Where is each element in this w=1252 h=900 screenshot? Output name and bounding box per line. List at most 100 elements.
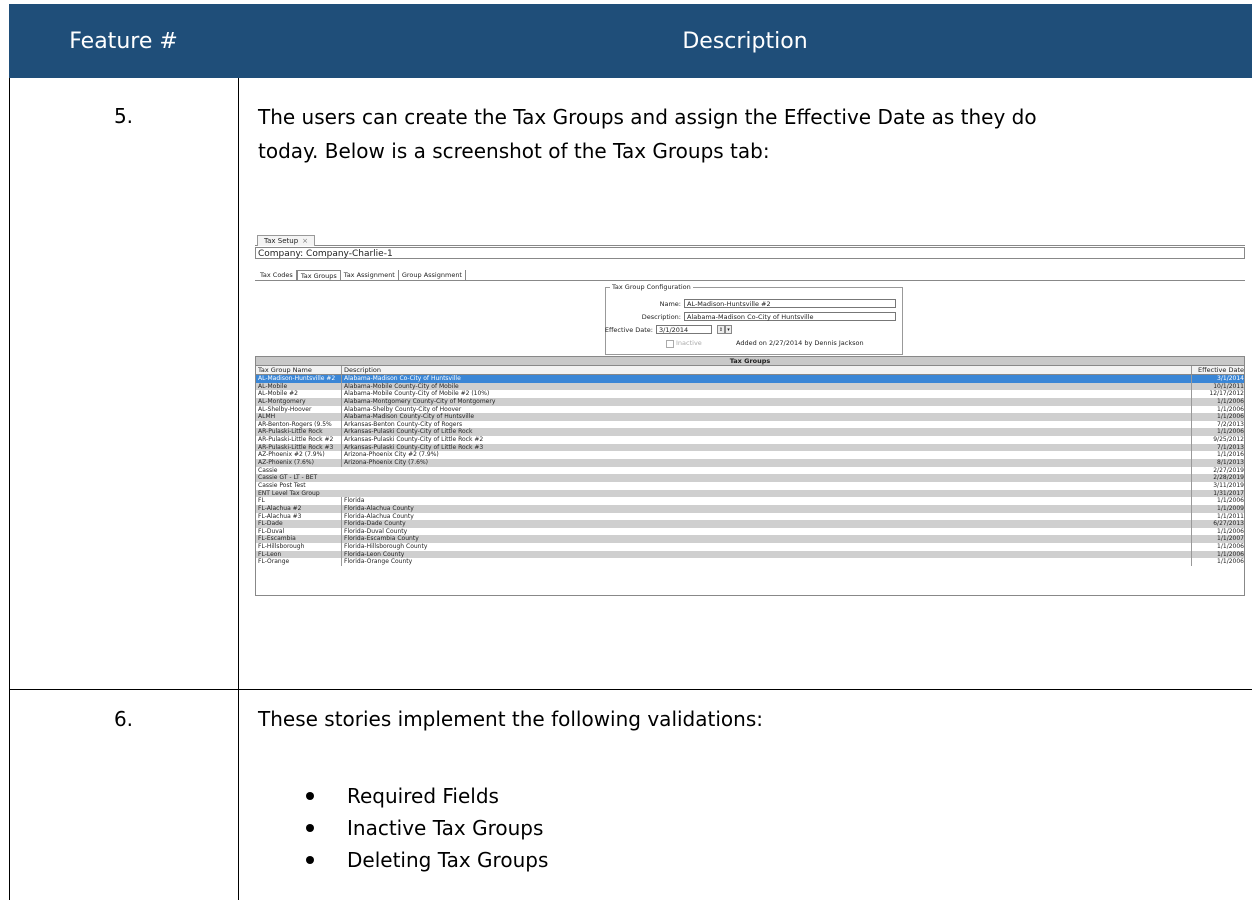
column-header[interactable]: Description (341, 366, 1184, 374)
table-cell: Arkansas-Pulaski County-City of Little R… (341, 436, 1184, 444)
table-cell: Cassie Post Test (258, 481, 306, 489)
effective-date-input[interactable]: 3/1/2014 (656, 325, 712, 334)
table-cell: 1/1/2011 (1191, 512, 1244, 521)
table-cell: 12/17/2012 (1191, 390, 1244, 398)
table-row[interactable]: AL-Shelby-Hoover Alabama-Shelby County-Ci… (256, 405, 1244, 414)
table-row[interactable]: FL-Orange Florida-Orange County 1/1/2006 (256, 558, 1244, 567)
table-cell: Arizona-Phoenix City (7.6%) (341, 459, 1184, 467)
table-cell: 1/31/2017 (1191, 489, 1244, 498)
table-row[interactable]: AR-Pulaski-Little Rock Arkansas-Pulaski C… (256, 428, 1244, 437)
description-input[interactable]: Alabama-Madison Co-City of Huntsville (684, 312, 896, 321)
table-cell: Alabama-Shelby County-City of Hoover (341, 405, 1184, 414)
table-row[interactable]: FL Florida 1/1/2006 (256, 497, 1244, 505)
table-cell: AL-Madison-Huntsville #2 (258, 375, 336, 382)
table-row[interactable]: FL-Leon Florida-Leon County 1/1/2006 (256, 550, 1244, 559)
table-cell: AR-Pulaski-Little Rock #2 (258, 436, 334, 444)
table-row[interactable]: Cassie GT - LT - BET 2/28/2019 (256, 474, 1244, 482)
table-cell: Cassie (258, 466, 278, 474)
table-cell: 7/2/2013 (1191, 420, 1244, 429)
table-row[interactable]: AR-Benton-Rogers (9.5% Arkansas-Benton Co… (256, 420, 1244, 429)
table-cell: Florida-Duval County (341, 527, 1184, 536)
close-icon[interactable]: × (302, 237, 308, 245)
bullet-icon (306, 824, 314, 832)
table-cell: Alabama-Madison County-City of Huntsvill… (341, 413, 1184, 421)
chevron-down-icon[interactable]: ▾ (725, 325, 732, 334)
table-row[interactable]: ENT Level Tax Group 1/31/2017 (256, 489, 1244, 498)
table-cell: AR-Pulaski-Little Rock (258, 428, 323, 436)
table-cell: Alabama-Madison Co-City of Huntsville (341, 375, 1184, 383)
table-left-border (9, 78, 10, 900)
table-row[interactable]: FL-Alachua #2 Florida-Alachua County 1/1/2… (256, 504, 1244, 513)
table-cell: Arizona-Phoenix City #2 (7.9%) (341, 451, 1184, 460)
table-row[interactable]: FL-Duval Florida-Duval County 1/1/2006 (256, 527, 1244, 536)
table-cell: 1/1/2006 (1191, 558, 1244, 567)
tab-group-assignment[interactable]: Group Assignment (399, 270, 466, 280)
table-cell: 1/1/2006 (1191, 428, 1244, 437)
feature-number: 6. (113, 707, 134, 731)
list-item-label: Required Fields (347, 784, 499, 808)
tab-tax-setup[interactable]: Tax Setup × (257, 235, 316, 246)
table-cell: 6/27/2013 (1191, 520, 1244, 528)
column-header[interactable]: Tax Group Name (258, 366, 338, 374)
table-cell: 1/1/2006 (1191, 550, 1244, 559)
table-row[interactable]: Cassie Post Test 3/11/2019 (256, 481, 1244, 490)
name-input[interactable]: AL-Madison-Huntsville #2 (684, 299, 896, 308)
table-row[interactable]: FL-Escambia Florida-Escambia County 1/1/20… (256, 535, 1244, 544)
name-label: Name: (659, 300, 681, 308)
table-cell: AZ-Phoenix #2 (7.9%) (258, 451, 325, 459)
table-row[interactable]: FL-Dade Florida-Dade County 6/27/2013 (256, 520, 1244, 528)
table-cell: Alabama-Mobile County-City of Mobile (341, 382, 1184, 391)
table-cell: 1/1/2016 (1191, 451, 1244, 460)
feature-number: 5. (113, 104, 134, 128)
table-cell: 3/1/2014 (1191, 375, 1244, 383)
column-header[interactable]: Effective Date (1191, 366, 1244, 374)
table-cell: AZ-Phoenix (7.6%) (258, 459, 314, 467)
table-cell: Alabama-Montgomery County-City of Montgo… (341, 397, 1184, 406)
table-cell: 1/1/2007 (1191, 535, 1244, 544)
table-cell: FL-Hillsborough (258, 543, 305, 551)
table-cell: FL-Orange (258, 558, 290, 566)
inactive-row: Inactive Added on 2/27/2014 by Dennis Ja… (606, 339, 902, 349)
tab-tax-groups[interactable]: Tax Groups (296, 270, 341, 280)
table-row[interactable]: AZ-Phoenix #2 (7.9%) Arizona-Phoenix City… (256, 451, 1244, 460)
table-cell: 1/1/2006 (1191, 413, 1244, 421)
list-item-label: Deleting Tax Groups (347, 848, 549, 872)
table-cell: 3/11/2019 (1191, 481, 1244, 490)
inactive-checkbox[interactable] (666, 340, 674, 348)
table-row[interactable]: AL-Madison-Huntsville #2 Alabama-Madison … (256, 375, 1244, 383)
table-column-divider (238, 78, 239, 900)
validation-list: Required Fields Inactive Tax Groups Dele… (306, 780, 549, 876)
added-info: Added on 2/27/2014 by Dennis Jackson (736, 339, 864, 347)
table-cell: 8/1/2013 (1191, 459, 1244, 467)
tab-tax-assignment[interactable]: Tax Assignment (341, 270, 399, 280)
table-row[interactable]: FL-Alachua #3 Florida-Alachua County 1/1/2… (256, 512, 1244, 521)
table-row[interactable]: FL-Hillsborough Florida-Hillsborough Coun… (256, 543, 1244, 551)
description-row: Description: Alabama-Madison Co-City of … (606, 312, 902, 323)
table-cell: 1/1/2006 (1191, 497, 1244, 505)
tab-tax-codes[interactable]: Tax Codes (257, 270, 297, 280)
table-cell: FL-Duval (258, 527, 285, 535)
tax-group-configuration: Tax Group Configuration Name: AL-Madison… (605, 283, 903, 355)
inactive-label: Inactive (676, 339, 702, 347)
table-cell: AR-Pulaski-Little Rock #3 (258, 443, 334, 451)
table-row[interactable]: AL-Montgomery Alabama-Montgomery County-C… (256, 397, 1244, 406)
table-cell: 1/1/2006 (1191, 405, 1244, 414)
table-cell: Florida-Hillsborough County (341, 543, 1184, 551)
table-cell: 1/1/2006 (1191, 527, 1244, 536)
table-cell: Florida-Alachua County (341, 512, 1184, 521)
company-label: Company: Company-Charlie-1 (255, 247, 1245, 259)
table-row[interactable]: AL-Mobile Alabama-Mobile County-City of M… (256, 382, 1244, 391)
table-row[interactable]: AL-Mobile #2 Alabama-Mobile County-City o… (256, 390, 1244, 398)
table-row[interactable]: AR-Pulaski-Little Rock #3 Arkansas-Pulask… (256, 443, 1244, 452)
date-spinner-icon[interactable]: ⇕ (717, 325, 725, 334)
table-row[interactable]: Cassie 2/27/2019 (256, 466, 1244, 475)
table-row[interactable]: AZ-Phoenix (7.6%) Arizona-Phoenix City (7… (256, 459, 1244, 467)
table-row[interactable]: AR-Pulaski-Little Rock #2 Arkansas-Pulask… (256, 436, 1244, 444)
table-cell: FL-Dade (258, 520, 283, 528)
document-tab-bar: Tax Setup × (255, 233, 1245, 246)
table-cell: FL-Alachua #2 (258, 504, 302, 512)
tab-label: Tax Setup (264, 237, 299, 245)
table-cell: Florida (341, 497, 1184, 505)
table-row[interactable]: ALMH Alabama-Madison County-City of Hunts… (256, 413, 1244, 421)
table-cell: AL-Shelby-Hoover (258, 405, 312, 413)
